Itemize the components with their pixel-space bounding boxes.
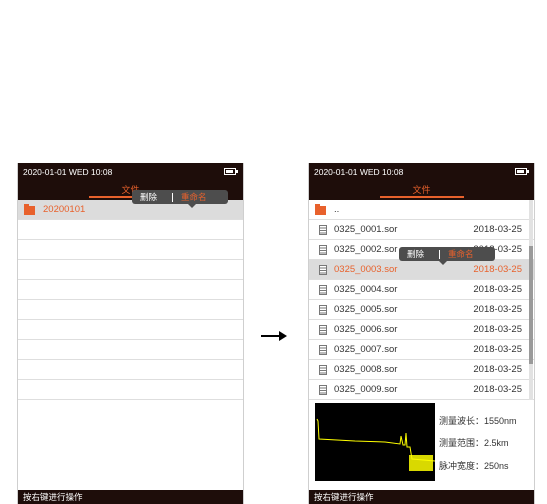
file-name: 0325_0008.sor [334,364,398,375]
file-row[interactable]: 0325_0005.sor 2018-03-25 [309,300,534,320]
file-row[interactable]: 0325_0009.sor 2018-03-25 [309,380,534,400]
list-item [18,220,243,240]
hint-bar: 按右键进行操作 [18,490,243,504]
rename-option[interactable]: 重命名 [177,190,222,204]
context-menu: 删除 重命名 [132,190,228,208]
folder-name: 20200101 [43,204,86,215]
menu-divider [439,250,440,259]
scrollbar[interactable] [529,200,533,400]
file-name: 0325_0002.sor [334,244,398,255]
rename-option[interactable]: 重命名 [444,247,489,261]
folder-icon [24,204,35,215]
left-device-screen: 2020-01-01 WED 10:08 文件 20200101 删除 重命名 … [17,163,244,504]
file-row[interactable]: 0325_0007.sor 2018-03-25 [309,340,534,360]
hint-bar: 按右键进行操作 [309,490,534,504]
list-item [18,320,243,340]
file-name: 0325_0004.sor [334,284,398,295]
delete-option[interactable]: 删除 [140,190,157,204]
file-icon [319,385,327,395]
popup-pointer [188,204,196,208]
file-name: 0325_0001.sor [334,224,398,235]
tab-underline [380,196,464,198]
file-date: 2018-03-25 [473,364,522,375]
tab-files[interactable]: 文件 [309,183,534,196]
delete-option[interactable]: 删除 [407,247,424,261]
file-date: 2018-03-25 [473,224,522,235]
file-icon [319,245,327,255]
list-item [18,280,243,300]
arrow-right-icon [261,329,287,347]
file-icon [319,325,327,335]
file-icon [319,265,327,275]
file-icon [319,345,327,355]
folder-icon [315,204,326,215]
hint-text: 按右键进行操作 [314,492,374,502]
file-date: 2018-03-25 [473,384,522,395]
range-info: 测量范围：2.5km [439,438,509,448]
file-icon [319,285,327,295]
parent-folder-name: .. [334,204,340,215]
hint-text: 按右键进行操作 [23,492,83,502]
list-item [18,360,243,380]
file-row[interactable]: 0325_0008.sor 2018-03-25 [309,360,534,380]
tab-bar: 文件 [309,181,534,200]
list-item [18,240,243,260]
file-date: 2018-03-25 [473,264,522,275]
list-item [18,340,243,360]
pulse-info: 脉冲宽度：250ns [439,461,509,471]
file-date: 2018-03-25 [473,304,522,315]
context-menu: 删除 重命名 [399,247,495,265]
scrollbar-thumb[interactable] [529,246,533,364]
file-icon [319,305,327,315]
status-bar: 2020-01-01 WED 10:08 [18,163,243,181]
right-device-screen: 2020-01-01 WED 10:08 文件 .. 0325_0001.sor… [308,163,535,504]
file-name: 0325_0009.sor [334,384,398,395]
list-item [18,300,243,320]
file-name: 0325_0006.sor [334,324,398,335]
battery-icon [224,168,238,175]
file-name: 0325_0003.sor [334,264,398,275]
battery-icon [515,168,529,175]
file-row[interactable]: 0325_0001.sor 2018-03-25 [309,220,534,240]
datetime-text: 2020-01-01 WED 10:08 [314,167,404,177]
file-row[interactable]: 0325_0006.sor 2018-03-25 [309,320,534,340]
file-date: 2018-03-25 [473,284,522,295]
file-icon [319,365,327,375]
list-item [18,260,243,280]
wavelength-info: 测量波长：1550nm [439,416,517,426]
list-item [18,380,243,400]
file-row[interactable]: 0325_0004.sor 2018-03-25 [309,280,534,300]
datetime-text: 2020-01-01 WED 10:08 [23,167,113,177]
file-name: 0325_0005.sor [334,304,398,315]
status-bar: 2020-01-01 WED 10:08 [309,163,534,181]
file-list: .. 0325_0001.sor 2018-03-25 0325_0002.so… [309,200,534,400]
file-row-selected[interactable]: 0325_0003.sor 2018-03-25 [309,260,534,280]
file-date: 2018-03-25 [473,324,522,335]
menu-divider [172,193,173,202]
parent-folder-row[interactable]: .. [309,200,534,220]
popup-pointer [439,261,447,265]
file-name: 0325_0007.sor [334,344,398,355]
file-list: 20200101 [18,200,243,400]
file-icon [319,225,327,235]
file-date: 2018-03-25 [473,344,522,355]
otdr-trace-preview [315,403,436,481]
